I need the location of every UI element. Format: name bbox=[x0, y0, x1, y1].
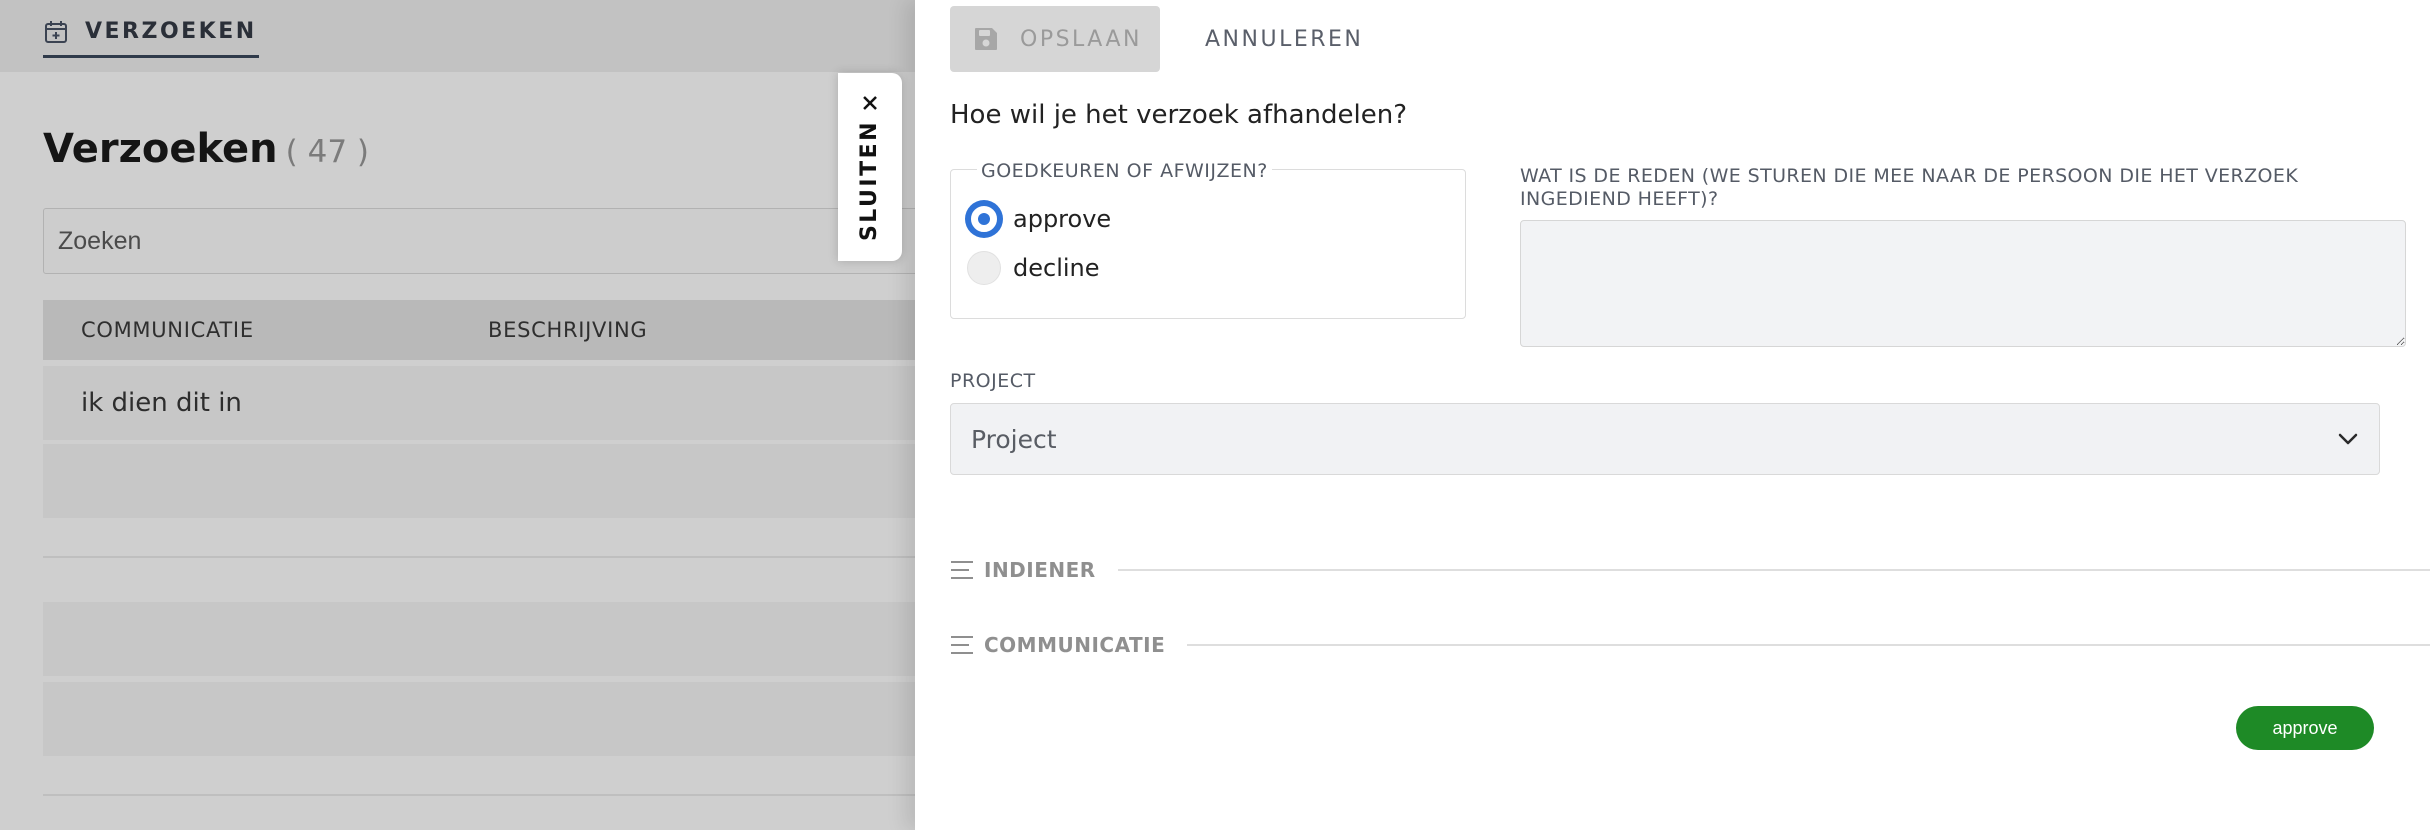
table-cell-communicatie: ik dien dit in bbox=[81, 388, 242, 418]
section-title: INDIENER bbox=[984, 558, 1096, 582]
chevron-down-icon bbox=[2337, 432, 2359, 446]
section-communicatie[interactable]: COMMUNICATIE bbox=[950, 630, 2430, 660]
project-label: PROJECT bbox=[950, 370, 1036, 392]
section-divider bbox=[1187, 644, 2430, 646]
nav-tab-label: VERZOEKEN bbox=[85, 19, 257, 44]
menu-lines-icon bbox=[950, 634, 974, 656]
section-indiener[interactable]: INDIENER bbox=[950, 555, 2430, 585]
radio-button-unchecked[interactable] bbox=[967, 251, 1001, 285]
page-count: ( 47 ) bbox=[285, 134, 369, 170]
decision-legend: GOEDKEUREN OF AFWIJZEN? bbox=[977, 160, 1272, 182]
top-nav: VERZOEKEN bbox=[0, 0, 915, 72]
column-header-communicatie[interactable]: COMMUNICATIE bbox=[43, 318, 488, 342]
nav-tab-verzoeken[interactable]: VERZOEKEN bbox=[43, 14, 259, 58]
save-button[interactable]: OPSLAAN bbox=[950, 6, 1160, 72]
cancel-button[interactable]: ANNULEREN bbox=[1195, 6, 1373, 72]
status-badge[interactable]: approve bbox=[2236, 706, 2374, 750]
project-select-value: Project bbox=[971, 424, 1057, 454]
question-text: Hoe wil je het verzoek afhandelen? bbox=[950, 100, 1408, 130]
section-divider bbox=[1117, 569, 2430, 571]
side-panel: OPSLAAN ANNULEREN Hoe wil je het verzoek… bbox=[915, 0, 2430, 830]
requests-table: COMMUNICATIE BESCHRIJVING ik dien dit in bbox=[43, 300, 915, 756]
radio-option-decline[interactable]: decline bbox=[967, 251, 1100, 285]
search-input[interactable] bbox=[43, 208, 915, 274]
radio-label[interactable]: decline bbox=[1013, 254, 1100, 282]
decision-radio-group: GOEDKEUREN OF AFWIJZEN? approve decline bbox=[950, 160, 1466, 319]
page-title: Verzoeken bbox=[43, 126, 278, 172]
page-header: Verzoeken ( 47 ) bbox=[43, 126, 369, 172]
floppy-disk-icon bbox=[972, 25, 1000, 53]
close-panel-label-group: SLUITEN bbox=[857, 93, 883, 241]
reason-label: WAT IS DE REDEN (WE STUREN DIE MEE NAAR … bbox=[1520, 165, 2299, 210]
table-row[interactable] bbox=[43, 602, 915, 676]
save-label: OPSLAAN bbox=[1020, 26, 1142, 52]
reason-textarea[interactable] bbox=[1520, 220, 2406, 347]
radio-label[interactable]: approve bbox=[1013, 205, 1111, 233]
menu-lines-icon bbox=[950, 559, 974, 581]
column-header-beschrijving[interactable]: BESCHRIJVING bbox=[488, 318, 915, 342]
table-row[interactable] bbox=[43, 444, 915, 518]
close-icon bbox=[861, 93, 879, 111]
background-page: VERZOEKEN Verzoeken ( 47 ) COMMUNICATIE … bbox=[0, 0, 915, 830]
project-select[interactable]: Project bbox=[950, 403, 2380, 475]
divider bbox=[43, 556, 915, 558]
radio-option-approve[interactable]: approve bbox=[967, 202, 1111, 236]
table-row[interactable] bbox=[43, 682, 915, 756]
radio-button-checked[interactable] bbox=[967, 202, 1001, 236]
close-label: SLUITEN bbox=[857, 119, 883, 241]
calendar-plus-icon bbox=[43, 19, 69, 45]
close-panel-tab[interactable]: SLUITEN bbox=[838, 73, 902, 261]
table-row[interactable]: ik dien dit in bbox=[43, 366, 915, 440]
section-title: COMMUNICATIE bbox=[984, 633, 1166, 657]
divider bbox=[43, 794, 915, 796]
table-header: COMMUNICATIE BESCHRIJVING bbox=[43, 300, 915, 360]
